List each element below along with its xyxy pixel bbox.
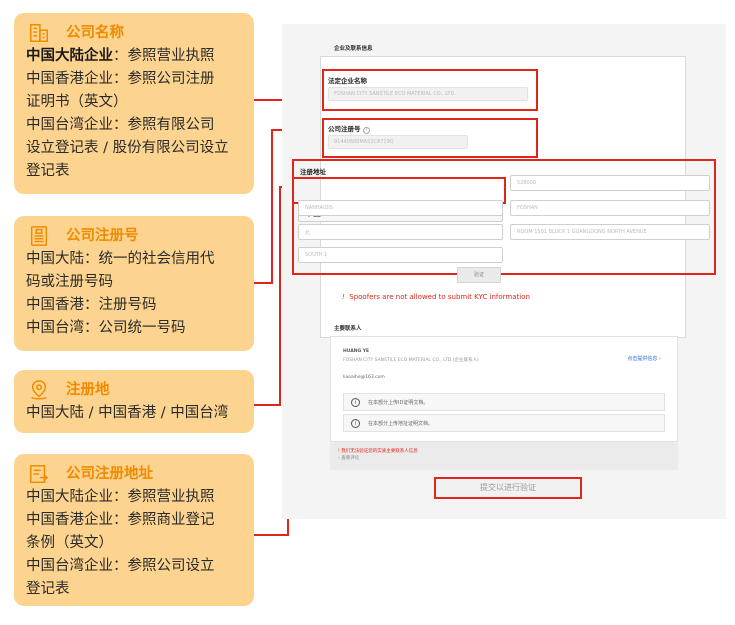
highlight-registration-number — [322, 118, 538, 158]
view-comments-link[interactable]: › 查看评论 — [338, 455, 359, 461]
callout-line: 中国台湾企业：参照公司设立 — [26, 558, 215, 574]
callout-company-name: 公司名称 中国大陆企业：参照营业执照 中国香港企业：参照公司注册 证明书（英文）… — [14, 13, 254, 194]
highlight-address — [292, 159, 716, 275]
section-title: 企业及联系信息 — [334, 46, 373, 52]
callout-registered-address: 公司注册地址 中国大陆企业：参照营业执照 中国香港企业：参照商业登记 条例（英文… — [14, 454, 254, 606]
upload-id-row[interactable]: i 在本部分上传ID证明文档。 — [343, 393, 665, 411]
notice-error-text: ! 我们无法验证您的实质主要联系人信息 — [338, 449, 418, 454]
callout-line: 中国香港：注册号码 — [26, 297, 157, 313]
upload-id-text: 在本部分上传ID证明文档。 — [368, 400, 429, 406]
contact-company: FOSHAN CITY SANSTILE ECO MATERIAL CO., L… — [343, 358, 479, 363]
notice-area: ! 我们无法验证您的实质主要联系人信息 › 查看评论 — [330, 442, 678, 470]
callout-line: 码或注册号码 — [26, 274, 113, 290]
callout-line: 中国台湾企业：参照有限公司 — [26, 117, 215, 133]
spoof-warning-text: Spoofers are not allowed to submit KYC i… — [349, 293, 530, 301]
callout-line: 中国大陆企业：参照营业执照 — [26, 45, 244, 68]
callout-registration-number: 公司注册号 中国大陆：统一的社会信用代 码或注册号码 中国香港：注册号码 中国台… — [14, 216, 254, 351]
highlight-legal-name — [322, 69, 538, 111]
callout-registration-place: 注册地 中国大陆 / 中国香港 / 中国台湾 — [14, 370, 254, 433]
submit-for-verification-button[interactable]: 提交以进行验证 — [434, 477, 582, 499]
building-icon — [30, 24, 48, 42]
contact-name: HUANG YE — [343, 349, 370, 354]
document-list-icon — [30, 226, 48, 246]
callout-line: 中国香港企业：参照公司注册 — [26, 71, 215, 87]
upload-address-row[interactable]: i 在本部分上传地址证明文档。 — [343, 414, 665, 432]
callout-line: 条例（英文） — [26, 535, 113, 551]
callout-line: 中国大陆：统一的社会信用代 — [26, 251, 215, 267]
info-icon: i — [351, 398, 360, 407]
callout-line: 中国台湾：公司统一号码 — [26, 320, 186, 336]
contact-card: HUANG YE FOSHAN CITY SANSTILE ECO MATERI… — [330, 336, 678, 442]
location-pin-icon — [31, 380, 47, 400]
callout-title: 公司注册号 — [66, 227, 139, 244]
kyc-form-screenshot: 企业及联系信息 法定企业名称 FOSHAN CITY SANSTILE ECO … — [282, 24, 726, 519]
contact-section-title: 主要联系人 — [334, 326, 362, 332]
callout-line: 登记表 — [26, 163, 70, 179]
info-icon: i — [351, 419, 360, 428]
verify-button[interactable]: 验证 — [457, 267, 501, 283]
callout-title: 公司注册地址 — [66, 465, 153, 482]
callout-line: 中国香港企业：参照商业登记 — [26, 512, 215, 528]
callout-line: 中国大陆 / 中国香港 / 中国台湾 — [26, 405, 229, 421]
contact-email: liaoaihe@163.com — [343, 375, 385, 380]
callout-line: 设立登记表 / 股份有限公司设立 — [26, 140, 229, 156]
spoof-warning: ! Spoofers are not allowed to submit KYC… — [342, 293, 530, 301]
callout-line: 中国大陆企业：参照营业执照 — [26, 489, 215, 505]
callout-line: 登记表 — [26, 581, 70, 597]
form-icon — [30, 465, 49, 483]
callout-title: 公司名称 — [66, 24, 124, 41]
callout-text: ：参照营业执照 — [113, 48, 215, 64]
callout-bold-text: 中国大陆企业 — [26, 48, 113, 64]
provide-info-link[interactable]: 点击提供信息 › — [627, 355, 661, 362]
callout-line: 证明书（英文） — [26, 94, 128, 110]
upload-address-text: 在本部分上传地址证明文档。 — [368, 421, 434, 427]
notice-error-message: 我们无法验证您的实质主要联系人信息 — [341, 449, 418, 454]
callout-title: 注册地 — [66, 381, 110, 398]
